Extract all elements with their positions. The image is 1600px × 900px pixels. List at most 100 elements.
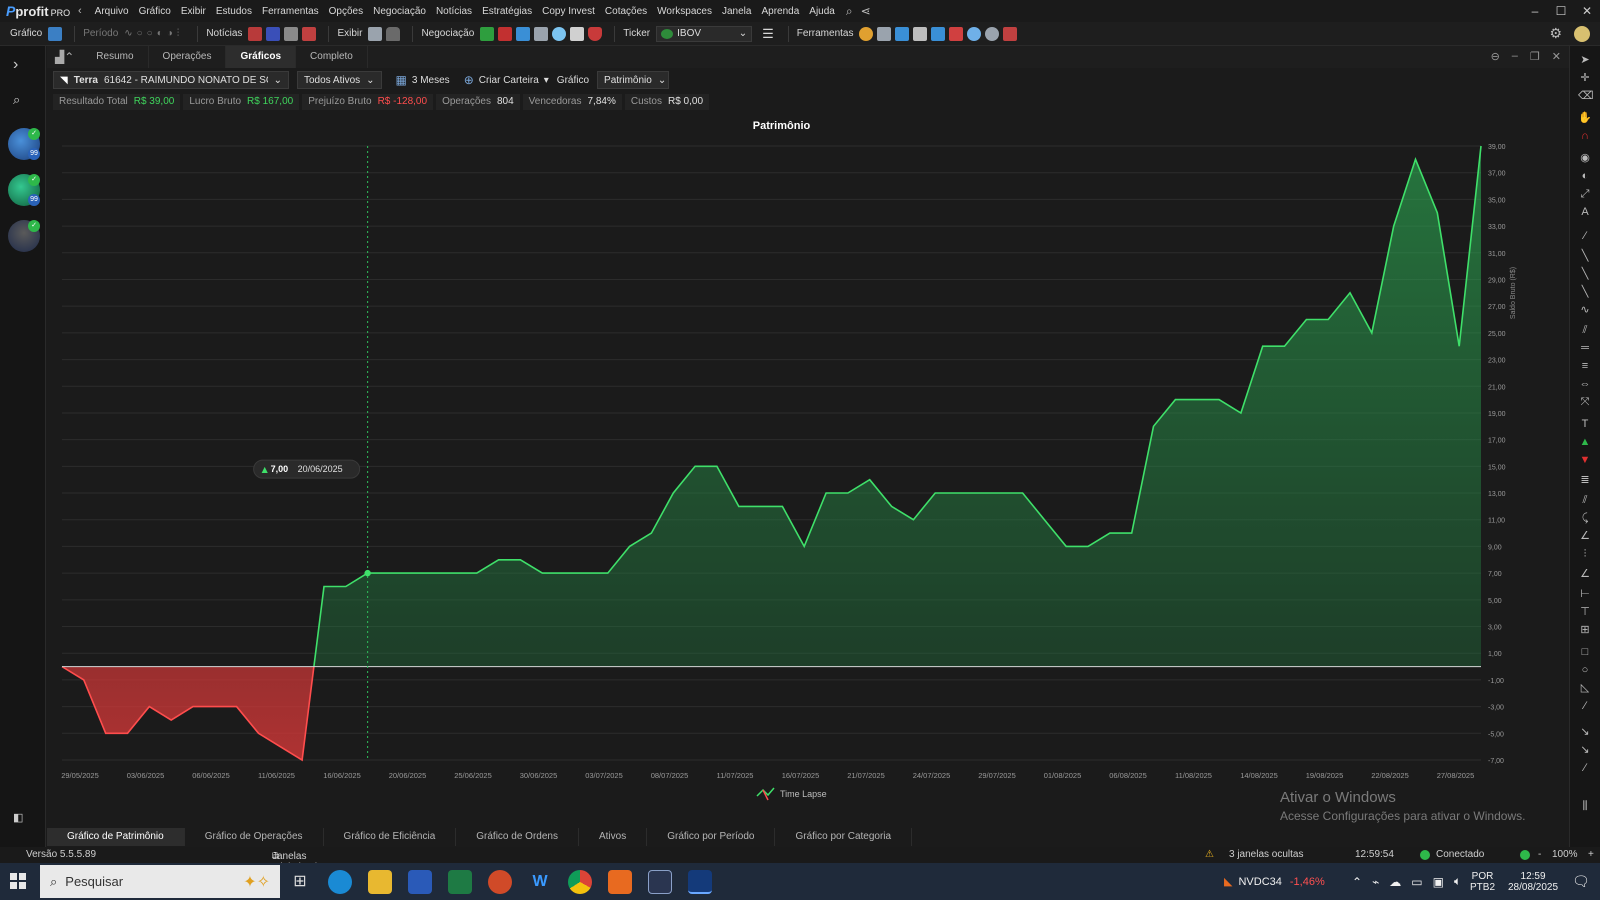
shield-icon[interactable] — [588, 26, 603, 41]
chart-type-icon[interactable] — [48, 26, 63, 41]
period-select[interactable]: ▦ 3 Meses — [396, 73, 450, 87]
menu-5[interactable]: Opções — [324, 6, 368, 17]
magnet-icon[interactable]: ∩ — [1578, 130, 1592, 142]
pencil-icon[interactable]: ∕ — [1578, 762, 1592, 774]
timer-icon[interactable] — [859, 26, 874, 41]
powerpoint-icon[interactable] — [488, 870, 512, 894]
menu-4[interactable]: Ferramentas — [257, 6, 324, 17]
stock-widget[interactable]: ◣ NVDC34 -1,46% — [1224, 863, 1325, 900]
cloud-icon[interactable]: ☁ — [1389, 875, 1401, 889]
replay-icon[interactable] — [967, 26, 982, 41]
menu-13[interactable]: Aprenda — [756, 6, 804, 17]
hline-icon[interactable]: ═ — [1578, 342, 1592, 354]
ticker-select[interactable]: IBOV ⌄ — [656, 25, 753, 42]
color-icon[interactable]: ◐ — [1578, 170, 1592, 182]
search-icon[interactable]: ⌕ — [13, 92, 20, 108]
chart-panel-icon[interactable]: ▟⌃ — [47, 50, 82, 64]
angle-icon[interactable]: ∠ — [1578, 530, 1592, 542]
calendar-icon[interactable] — [284, 26, 299, 41]
bottom-tab-6[interactable]: Gráfico por Categoria — [775, 828, 913, 846]
bottom-tab-5[interactable]: Gráfico por Período — [647, 828, 776, 846]
system-tray[interactable]: ⌃ ⌁ ☁ ▭ ▣ 🔈︎ — [1352, 863, 1461, 900]
projection-icon[interactable]: ↘ — [1578, 744, 1592, 756]
pen-icon[interactable]: ∕ — [1578, 230, 1592, 242]
network-icon[interactable]: ⌁ — [1372, 875, 1379, 889]
sublime-icon[interactable] — [608, 870, 632, 894]
options-icon[interactable]: ⊖ — [1491, 50, 1500, 63]
buy-arrow-icon[interactable]: ▲ — [1578, 436, 1592, 448]
menu-10[interactable]: Cotações — [600, 6, 652, 17]
eraser-icon[interactable]: ⌫ — [1578, 90, 1594, 102]
menu-11[interactable]: Workspaces — [652, 6, 717, 17]
volume-icon[interactable]: 🔈︎ — [1454, 874, 1461, 889]
close-window-button[interactable]: ✕ — [1574, 0, 1600, 22]
bottom-tab-4[interactable]: Ativos — [579, 828, 648, 846]
triangle-icon[interactable]: ◺ — [1578, 682, 1592, 694]
level-icon[interactable]: ⊤ — [1578, 606, 1592, 618]
brush-icon[interactable]: ∕ — [1578, 700, 1592, 712]
toolbar-exibir-label[interactable]: Exibir — [337, 28, 362, 39]
text-icon[interactable]: T — [1578, 418, 1592, 430]
parallel-icon[interactable]: ⫽ — [1578, 494, 1592, 506]
battery-icon[interactable]: ▭ — [1411, 875, 1422, 889]
hand-icon[interactable]: ✋ — [1578, 112, 1592, 124]
assets-select[interactable]: Todos Ativos ⌄ — [297, 71, 382, 89]
pie-icon[interactable] — [552, 26, 567, 41]
crosshair-icon[interactable]: ✛ — [1578, 72, 1592, 84]
expand-sidebar-icon[interactable]: › — [13, 56, 18, 74]
equity-chart[interactable]: Patrimônio 39,00 37,00 35,00 33,00 31,00 29,00… — [47, 112, 1569, 812]
task-view-icon[interactable]: ⊞ — [288, 870, 312, 894]
alarm-icon[interactable] — [985, 26, 1000, 41]
line-icon[interactable]: ╲ — [1578, 286, 1592, 298]
ray-down-icon[interactable]: ↘ — [1578, 726, 1592, 738]
chart-type-select[interactable]: Patrimônio ⌄ — [597, 71, 670, 89]
toolbar-grafico-label[interactable]: Gráfico — [10, 28, 42, 39]
chart-legend[interactable]: Time Lapse — [756, 787, 827, 801]
menu-2[interactable]: Exibir — [176, 6, 211, 17]
display-icon[interactable]: ▣ — [1433, 875, 1444, 889]
menu-3[interactable]: Estudos — [211, 6, 257, 17]
bottom-tab-3[interactable]: Gráfico de Ordens — [456, 828, 579, 846]
book-icon[interactable] — [516, 26, 531, 41]
account-select[interactable]: ◥ Terra 61642 - RAIMUNDO NONATO DE SOUZA… — [53, 71, 289, 89]
zoom-out-button[interactable]: - — [1538, 849, 1541, 860]
sell-arrow-icon[interactable]: ▼ — [1578, 454, 1592, 466]
profile-icon[interactable] — [1574, 26, 1590, 42]
excel-icon[interactable] — [448, 870, 472, 894]
fib-icon[interactable]: ⤧ — [1578, 396, 1592, 408]
search-icon[interactable]: ⌕ — [846, 4, 853, 19]
drawing-tools-icons[interactable]: ∿○○◐◑⫶ — [124, 28, 183, 39]
fit-icon[interactable]: ⤢ — [1578, 188, 1592, 200]
tab-1[interactable]: Operações — [149, 46, 227, 68]
toolbar-negociacao-label[interactable]: Negociação — [421, 28, 474, 39]
vertical-lines-icon[interactable]: ⫼ — [1578, 800, 1592, 812]
lines-icon[interactable]: ≡ — [1578, 360, 1592, 372]
file-explorer-icon[interactable] — [368, 870, 392, 894]
settings-gear-icon[interactable]: ⚙ — [1549, 25, 1562, 42]
text-box-icon[interactable]: A — [1578, 206, 1592, 218]
measure-icon[interactable]: ⊢ — [1578, 588, 1592, 600]
list-view-icon[interactable]: ☰ — [762, 26, 774, 42]
taskbar-search[interactable]: ⌕ Pesquisar ✦✧ — [40, 865, 280, 898]
word-icon[interactable] — [408, 870, 432, 894]
edge-icon[interactable] — [328, 870, 352, 894]
range-icon[interactable]: ⇔ — [1578, 378, 1592, 390]
list-icon[interactable] — [534, 26, 549, 41]
grid-icon[interactable] — [368, 26, 383, 41]
strategy-icon[interactable] — [1003, 26, 1018, 41]
scanner-icon[interactable] — [949, 26, 964, 41]
hidden-windows-label[interactable]: 3 janelas ocultas — [1229, 849, 1304, 860]
minimize-window-button[interactable]: – — [1522, 0, 1548, 22]
windows-start-icon[interactable] — [10, 873, 26, 889]
heatmap-icon[interactable] — [877, 26, 892, 41]
buy-icon[interactable] — [480, 26, 495, 41]
ladder-icon[interactable] — [931, 26, 946, 41]
eye-icon[interactable]: ◉ — [1578, 152, 1592, 164]
curve-icon[interactable]: ⤹ — [1578, 512, 1592, 524]
app-w-icon[interactable]: W — [528, 870, 552, 894]
bottom-tab-2[interactable]: Gráfico de Eficiência — [324, 828, 457, 846]
toolbar-noticias-label[interactable]: Notícias — [206, 28, 242, 39]
notifications-icon[interactable]: 🗨︎ — [1572, 863, 1590, 900]
taskbar-clock[interactable]: 12:59 28/08/2025 — [1508, 863, 1558, 900]
toolbar-ferramentas-label[interactable]: Ferramentas — [797, 28, 854, 39]
